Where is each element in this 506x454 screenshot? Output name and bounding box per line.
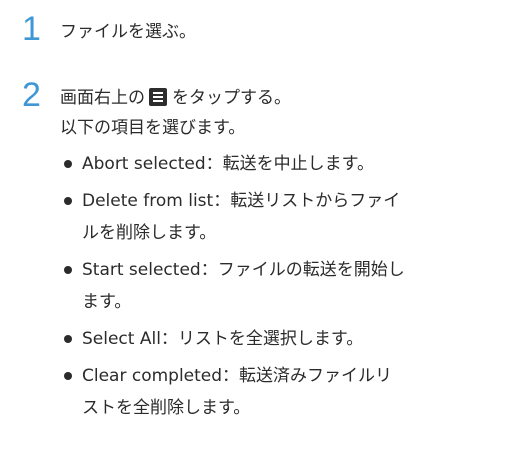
bullet-icon (64, 197, 72, 205)
option-text: Select All：リストを全選択します。 (82, 329, 364, 349)
option-text-continued: ストを全削除します。 (82, 398, 251, 418)
options-intro: 以下の項目を選びます。 (60, 118, 246, 138)
step-number: 2 (22, 76, 41, 114)
step-instruction: 画面右上の をタップする。 (60, 88, 291, 108)
bullet-icon (64, 372, 72, 380)
option-text-continued: ルを削除します。 (82, 223, 217, 243)
bullet-icon (64, 266, 72, 274)
option-text: Start selected：ファイルの転送を開始し (82, 260, 405, 280)
option-select-all: Select All：リストを全選択します。 (60, 323, 500, 355)
option-text-continued: ます。 (82, 292, 132, 312)
instruction-text-before: 画面右上の (60, 88, 145, 108)
option-delete-from-list: Delete from list：転送リストからファイ ルを削除します。 (60, 185, 500, 249)
instruction-text-after: をタップする。 (172, 88, 291, 108)
option-text: Clear completed：転送済みファイルリ (82, 366, 393, 386)
option-clear-completed: Clear completed：転送済みファイルリ ストを全削除します。 (60, 360, 500, 424)
menu-icon (149, 88, 167, 106)
options-list: Abort selected：転送を中止します。 Delete from lis… (60, 148, 500, 429)
step-instruction: ファイルを選ぶ。 (60, 22, 196, 42)
bullet-icon (64, 335, 72, 343)
option-text: Abort selected：転送を中止します。 (82, 154, 374, 174)
option-start-selected: Start selected：ファイルの転送を開始し ます。 (60, 254, 500, 318)
option-text: Delete from list：転送リストからファイ (82, 191, 401, 211)
step-number: 1 (22, 10, 41, 48)
bullet-icon (64, 160, 72, 168)
option-abort-selected: Abort selected：転送を中止します。 (60, 148, 500, 180)
